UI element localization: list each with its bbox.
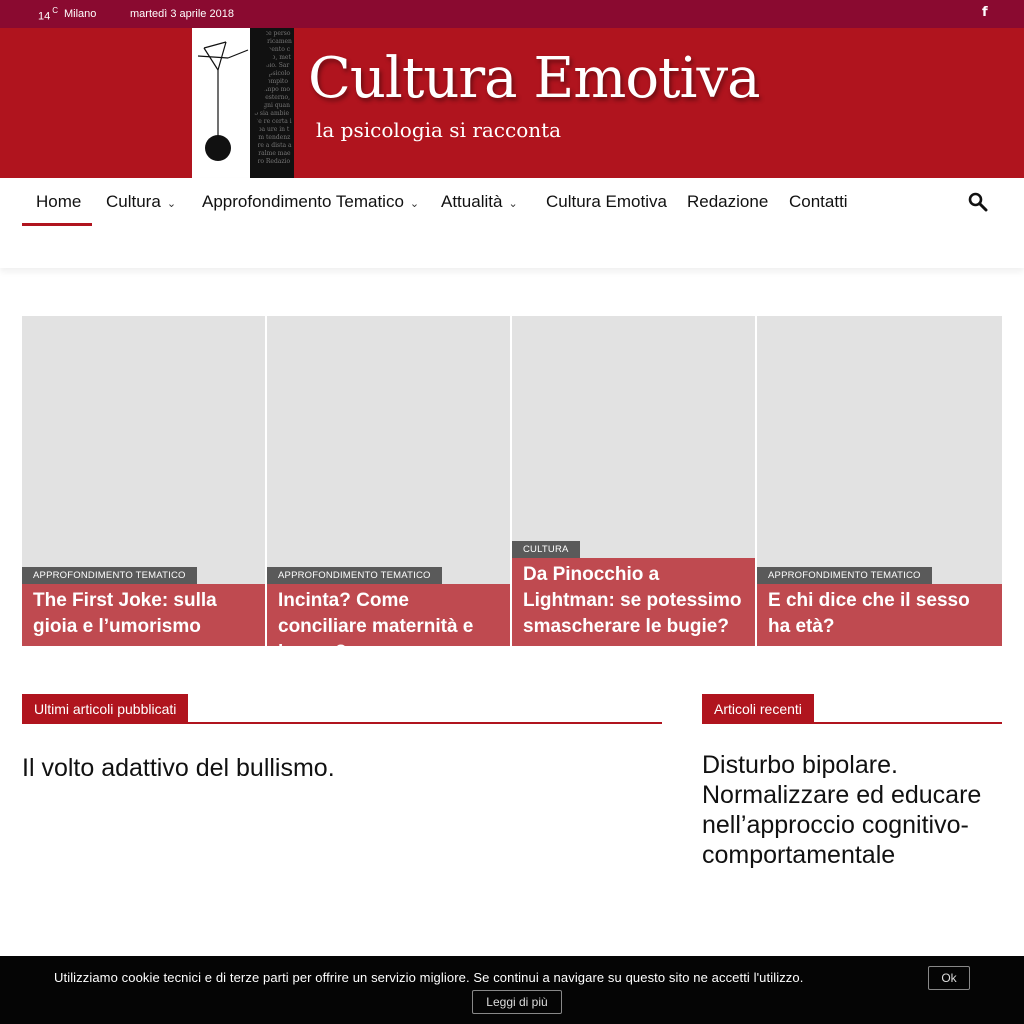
latest-articles-heading: Ultimi articoli pubblicati bbox=[22, 694, 189, 722]
site-title: Cultura Emotiva bbox=[308, 46, 760, 111]
nav-item-cultura[interactable]: Cultura ⌄ bbox=[106, 192, 176, 212]
chevron-down-icon: ⌄ bbox=[409, 198, 420, 210]
category-badge[interactable]: CULTURA bbox=[512, 541, 580, 558]
featured-card[interactable]: APPROFONDIMENTO TEMATICO The First Joke:… bbox=[22, 316, 265, 646]
cookie-read-more-button[interactable]: Leggi di più bbox=[472, 990, 562, 1014]
nav-active-indicator bbox=[22, 223, 92, 226]
current-date: martedì 3 aprile 2018 bbox=[130, 8, 234, 20]
featured-card[interactable]: APPROFONDIMENTO TEMATICO E chi dice che … bbox=[757, 316, 1002, 646]
chevron-down-icon: ⌄ bbox=[508, 198, 518, 210]
site-header: invece persona il ricamento dimento che … bbox=[0, 28, 1024, 178]
site-tagline: la psicologia si racconta bbox=[316, 118, 562, 142]
featured-card-title[interactable]: The First Joke: sulla gioia e l’umorismo bbox=[22, 584, 265, 646]
category-badge[interactable]: APPROFONDIMENTO TEMATICO bbox=[267, 567, 442, 584]
nav-item-contatti[interactable]: Contatti bbox=[789, 192, 848, 212]
nav-item-home[interactable]: Home bbox=[36, 192, 81, 212]
search-icon[interactable] bbox=[968, 192, 988, 212]
featured-card-title[interactable]: E chi dice che il sesso ha età? bbox=[757, 584, 1002, 646]
top-bar: 14C Milano martedì 3 aprile 2018 f bbox=[0, 0, 1024, 28]
weather-temperature: 14C bbox=[38, 6, 59, 23]
featured-card-title[interactable]: Incinta? Come conciliare maternità e lav… bbox=[267, 584, 510, 646]
latest-articles-header: Ultimi articoli pubblicati bbox=[22, 694, 662, 724]
cookie-message: Utilizziamo cookie tecnici e di terze pa… bbox=[54, 970, 804, 985]
recent-article-title[interactable]: Disturbo bipolare. Normalizzare ed educa… bbox=[702, 750, 1002, 870]
nav-item-attualita[interactable]: Attualità ⌄ bbox=[441, 192, 518, 212]
cookie-ok-button[interactable]: Ok bbox=[928, 966, 970, 990]
logo-profile-illustration: invece persona il ricamento dimento che … bbox=[192, 28, 294, 178]
featured-card[interactable]: CULTURA Da Pinocchio a Lightman: se pote… bbox=[512, 316, 755, 646]
cookie-banner: Utilizziamo cookie tecnici e di terze pa… bbox=[0, 956, 1024, 1024]
main-navigation: Home Cultura ⌄ Approfondimento Tematico ⌄ … bbox=[0, 178, 1024, 268]
recent-articles-header: Articoli recenti bbox=[702, 694, 1002, 724]
nav-item-redazione[interactable]: Redazione bbox=[687, 192, 768, 212]
nav-item-cultura-emotiva[interactable]: Cultura Emotiva bbox=[546, 192, 667, 212]
recent-articles-heading: Articoli recenti bbox=[702, 694, 814, 722]
facebook-icon[interactable]: f bbox=[982, 5, 988, 20]
weather-unit: C bbox=[52, 6, 59, 15]
site-logo[interactable]: invece persona il ricamento dimento che … bbox=[192, 28, 812, 178]
chevron-down-icon: ⌄ bbox=[166, 198, 177, 210]
latest-article-title[interactable]: Il volto adattivo del bullismo. bbox=[22, 754, 335, 783]
nav-item-approfondimento-tematico[interactable]: Approfondimento Tematico ⌄ bbox=[202, 192, 419, 212]
featured-card-title[interactable]: Da Pinocchio a Lightman: se potessimo sm… bbox=[512, 558, 755, 646]
category-badge[interactable]: APPROFONDIMENTO TEMATICO bbox=[22, 567, 197, 584]
category-badge[interactable]: APPROFONDIMENTO TEMATICO bbox=[757, 567, 932, 584]
logo-face-silhouette bbox=[197, 28, 274, 178]
weather-city: Milano bbox=[64, 8, 97, 20]
featured-card[interactable]: APPROFONDIMENTO TEMATICO Incinta? Come c… bbox=[267, 316, 510, 646]
